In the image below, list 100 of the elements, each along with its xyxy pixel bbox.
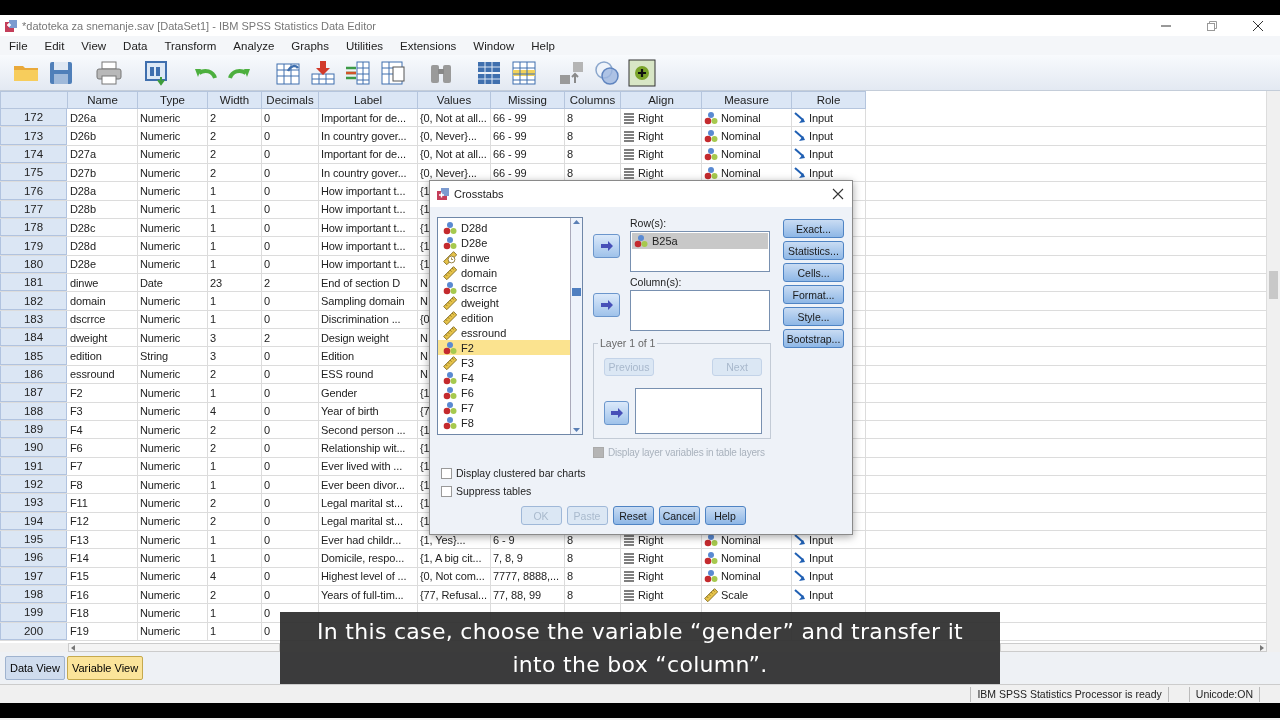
column-header[interactable]: Width — [208, 91, 262, 109]
scroll-thumb[interactable] — [1269, 271, 1278, 299]
scrollbar-track[interactable] — [1000, 643, 1267, 652]
move-button[interactable] — [604, 401, 630, 425]
scroll-thumb[interactable] — [572, 288, 581, 296]
dialog-button[interactable]: Reset — [612, 506, 654, 525]
menu-item[interactable]: Graphs — [286, 38, 334, 53]
checkbox[interactable] — [441, 467, 452, 479]
scroll-right-icon[interactable] — [1258, 643, 1266, 652]
row-number[interactable]: 190 — [0, 439, 67, 457]
table-cell: D28b — [70, 203, 96, 216]
list-item[interactable]: F6 — [438, 385, 570, 400]
dialog-button[interactable]: Style... — [783, 307, 844, 326]
table-cell: Relationship wit... — [321, 441, 406, 454]
table-cell: 4 — [210, 570, 217, 583]
list-item[interactable]: dscrrce — [438, 280, 570, 295]
row-number[interactable]: 179 — [0, 237, 67, 255]
row-number[interactable]: 184 — [0, 329, 67, 347]
menu-item[interactable]: Window — [468, 38, 520, 53]
list-item[interactable]: F4 — [438, 370, 570, 385]
list-item[interactable]: dweight — [438, 295, 570, 310]
menu-item[interactable]: Utilities — [341, 38, 389, 53]
list-item[interactable]: F8 — [438, 415, 570, 430]
close-icon[interactable] — [832, 188, 844, 200]
table-cell: 2 — [210, 111, 217, 124]
row-number[interactable]: 196 — [0, 549, 67, 567]
print-icon[interactable] — [95, 58, 123, 87]
close-icon[interactable] — [1252, 19, 1264, 32]
vertical-scrollbar[interactable] — [1266, 91, 1280, 643]
column-header[interactable]: Measure — [702, 91, 792, 109]
menu-item[interactable]: Help — [526, 38, 560, 53]
ruler-icon — [443, 325, 457, 340]
column-header[interactable]: Type — [138, 91, 208, 109]
view-tab[interactable]: Variable View — [66, 656, 144, 680]
row-number[interactable]: 172 — [0, 109, 67, 127]
dialog-button[interactable]: Bootstrap... — [783, 329, 844, 348]
row-number[interactable]: 178 — [0, 219, 67, 237]
checkbox[interactable] — [441, 485, 452, 497]
menu-item[interactable]: File — [4, 38, 33, 53]
list-item[interactable]: F3 — [438, 355, 570, 370]
add-icon[interactable] — [628, 58, 656, 87]
dialog-button[interactable]: Cells... — [783, 263, 844, 282]
variable-list[interactable]: D28d D28e dinwe domain dscrrce dweight edition essround F2 F3 F4 F6 F7 F8 — [437, 217, 583, 435]
horizontal-scrollbar[interactable] — [68, 643, 280, 652]
list-item[interactable]: F7 — [438, 400, 570, 415]
column-header[interactable]: Columns — [565, 91, 621, 109]
column-header[interactable]: Role — [792, 91, 866, 109]
menu-item[interactable]: Transform — [159, 38, 222, 53]
dialog-button[interactable]: Cancel — [658, 506, 700, 525]
menu-item[interactable]: Extensions — [395, 38, 462, 53]
select-table-icon[interactable] — [510, 58, 538, 87]
target-list[interactable] — [630, 290, 770, 331]
row-number[interactable]: 187 — [0, 384, 67, 402]
list-item[interactable]: F2 — [438, 340, 570, 355]
list-item[interactable]: D28e — [438, 235, 570, 250]
row-number[interactable]: 193 — [0, 494, 67, 512]
table-cell: Design weight — [321, 331, 389, 344]
move-button[interactable] — [593, 293, 620, 317]
table-cell: Numeric — [140, 606, 181, 619]
list-item[interactable]: dinwe — [438, 250, 570, 265]
scroll-left-icon[interactable] — [69, 643, 77, 652]
dialog-button[interactable]: Exact... — [783, 219, 844, 238]
dialog-button[interactable]: Statistics... — [783, 241, 844, 260]
down-arrow-table-icon[interactable] — [309, 58, 337, 87]
row-number[interactable]: 181 — [0, 274, 67, 292]
list-item[interactable]: domain — [438, 265, 570, 280]
dialog-button[interactable]: Help — [704, 506, 746, 525]
column-header[interactable]: Align — [621, 91, 702, 109]
column-header[interactable]: Label — [319, 91, 418, 109]
table-cell: Legal marital st... — [321, 515, 403, 528]
column-header[interactable]: Missing — [491, 91, 565, 109]
view-tab[interactable]: Data View — [5, 656, 65, 680]
menu-item[interactable]: Analyze — [228, 38, 280, 53]
layer-list[interactable] — [635, 388, 762, 434]
row-number[interactable]: 199 — [0, 604, 67, 622]
target-list[interactable]: B25a — [630, 231, 770, 272]
row-number[interactable]: 182 — [0, 292, 67, 310]
scroll-down-icon[interactable] — [572, 426, 581, 434]
dialog-button[interactable]: Format... — [783, 285, 844, 304]
column-header[interactable]: Decimals — [262, 91, 319, 109]
scroll-up-icon[interactable] — [572, 218, 581, 226]
list-item[interactable]: D28d — [438, 220, 570, 235]
list-item[interactable]: edition — [438, 310, 570, 325]
row-number[interactable]: 176 — [0, 182, 67, 200]
column-header[interactable]: Name — [68, 91, 138, 109]
column-header[interactable]: Values — [418, 91, 491, 109]
nominal-icon — [443, 280, 457, 295]
move-button[interactable] — [593, 234, 620, 258]
menu-item[interactable]: View — [76, 38, 112, 53]
list-item[interactable]: B25a — [632, 233, 768, 249]
list-scrollbar[interactable] — [570, 218, 582, 434]
menu-item[interactable]: Edit — [39, 38, 70, 53]
row-number[interactable]: 175 — [0, 164, 67, 182]
restore-icon[interactable] — [1206, 19, 1218, 32]
row-number[interactable]: 173 — [0, 127, 67, 145]
menu-item[interactable]: Data — [118, 38, 153, 53]
row-number[interactable]: 185 — [0, 347, 67, 365]
circles-icon[interactable] — [593, 58, 621, 87]
list-item[interactable]: essround — [438, 325, 570, 340]
variables-icon[interactable] — [344, 58, 372, 87]
